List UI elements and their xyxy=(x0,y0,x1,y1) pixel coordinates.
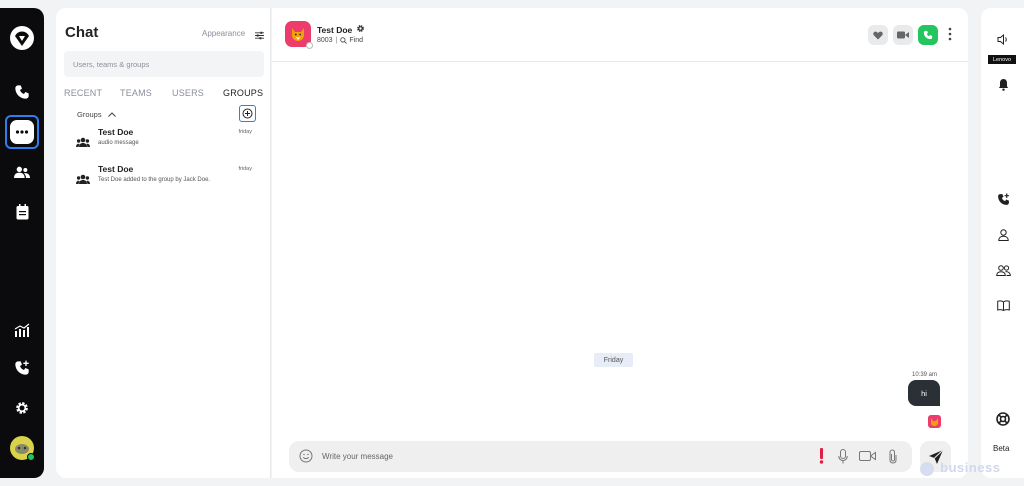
conversation-preview: Test Doe added to the group by Jack Doe. xyxy=(98,177,211,183)
find-link[interactable]: Find xyxy=(340,37,363,44)
chat-icon xyxy=(10,120,34,144)
message-time: 10:39 am xyxy=(912,372,938,378)
contact-name: Test Doe xyxy=(317,24,353,35)
contacts-icon[interactable] xyxy=(6,156,38,188)
groups-label: Groups xyxy=(77,110,102,119)
users-icon[interactable] xyxy=(994,261,1012,279)
brand-watermark: business xyxy=(920,460,1000,476)
speaker-icon[interactable] xyxy=(994,30,1012,48)
conversation-time: friday xyxy=(238,166,252,172)
favorite-button[interactable] xyxy=(868,25,888,45)
watermark-logo-icon xyxy=(920,461,934,476)
contact-name-row: Test Doe xyxy=(317,24,365,35)
chevron-up-icon xyxy=(107,110,116,119)
tab-users[interactable]: USERS xyxy=(172,88,204,98)
outgoing-message[interactable]: hi xyxy=(908,380,940,406)
contact-extension: 8003 xyxy=(317,37,333,44)
right-rail: Lenovo Beta xyxy=(981,8,1024,478)
conversation-preview: audio message xyxy=(98,140,139,146)
call-button[interactable] xyxy=(918,25,938,45)
conversation-name: Test Doe xyxy=(98,127,134,137)
user-avatar[interactable] xyxy=(10,436,35,461)
video-icon xyxy=(897,31,909,39)
video-message-icon[interactable] xyxy=(859,449,876,467)
conversation-name: Test Doe xyxy=(98,164,134,174)
gear-icon[interactable] xyxy=(356,24,365,35)
list-item[interactable]: Test Doe Test Doe added to the group by … xyxy=(76,164,256,194)
stats-icon[interactable] xyxy=(6,314,38,346)
page-title: Chat xyxy=(65,24,99,41)
message-input[interactable] xyxy=(322,441,802,472)
presence-dot xyxy=(306,42,313,49)
contact-avatar[interactable] xyxy=(285,21,313,49)
left-nav xyxy=(0,8,44,478)
attachment-icon[interactable] xyxy=(888,449,898,469)
group-icon xyxy=(76,171,90,189)
chat-header: Test Doe 8003 | Find xyxy=(272,8,968,62)
emoji-icon[interactable] xyxy=(299,449,313,468)
book-icon[interactable] xyxy=(994,296,1012,314)
urgent-icon[interactable] xyxy=(819,448,824,469)
sliders-icon[interactable] xyxy=(255,27,264,45)
appearance-link[interactable]: Appearance xyxy=(202,29,245,38)
phone-add-icon[interactable] xyxy=(6,352,38,384)
group-icon xyxy=(76,134,90,152)
microphone-icon[interactable] xyxy=(838,449,848,469)
logo-icon[interactable] xyxy=(6,22,38,54)
notepad-icon[interactable] xyxy=(6,196,38,228)
search-box xyxy=(64,51,264,77)
search-input[interactable] xyxy=(64,51,264,77)
list-item[interactable]: Test Doe audio message friday xyxy=(76,127,256,157)
video-call-button[interactable] xyxy=(893,25,913,45)
groups-section-toggle[interactable]: Groups xyxy=(77,110,116,119)
online-status-dot xyxy=(27,453,35,461)
separator: | xyxy=(335,37,338,44)
more-options-icon[interactable] xyxy=(948,27,952,46)
beta-label: Beta xyxy=(993,444,1010,453)
bell-icon[interactable] xyxy=(994,75,1012,93)
chat-list-panel: Chat Appearance RECENT TEAMS USERS GROUP… xyxy=(56,8,271,478)
conversation-time: friday xyxy=(238,129,252,135)
fox-icon xyxy=(292,28,304,41)
read-receipt-avatar xyxy=(928,415,941,428)
tab-teams[interactable]: TEAMS xyxy=(120,88,152,98)
phone-add-icon[interactable] xyxy=(994,190,1012,208)
user-icon[interactable] xyxy=(994,226,1012,244)
brand-badge: Lenovo xyxy=(988,55,1016,64)
add-group-button[interactable] xyxy=(239,105,256,122)
watermark-text: business xyxy=(940,460,1001,475)
phone-icon xyxy=(923,30,933,40)
day-separator: Friday xyxy=(594,353,633,367)
help-lifebuoy-icon[interactable] xyxy=(994,410,1012,428)
tab-groups[interactable]: GROUPS xyxy=(223,88,263,98)
find-label: Find xyxy=(349,37,364,44)
search-icon xyxy=(340,37,348,44)
gear-icon[interactable] xyxy=(6,392,38,424)
heart-icon xyxy=(873,31,883,39)
chat-nav-button[interactable] xyxy=(5,115,39,149)
plus-circle-icon xyxy=(242,108,253,119)
phone-icon[interactable] xyxy=(6,76,38,108)
chat-window: Test Doe 8003 | Find Friday 10:39 am hi xyxy=(272,8,968,478)
chat-tabs: RECENT TEAMS USERS GROUPS xyxy=(64,88,264,102)
message-composer xyxy=(289,441,912,472)
contact-subline: 8003 | Find xyxy=(317,37,363,44)
tab-recent[interactable]: RECENT xyxy=(64,88,102,98)
